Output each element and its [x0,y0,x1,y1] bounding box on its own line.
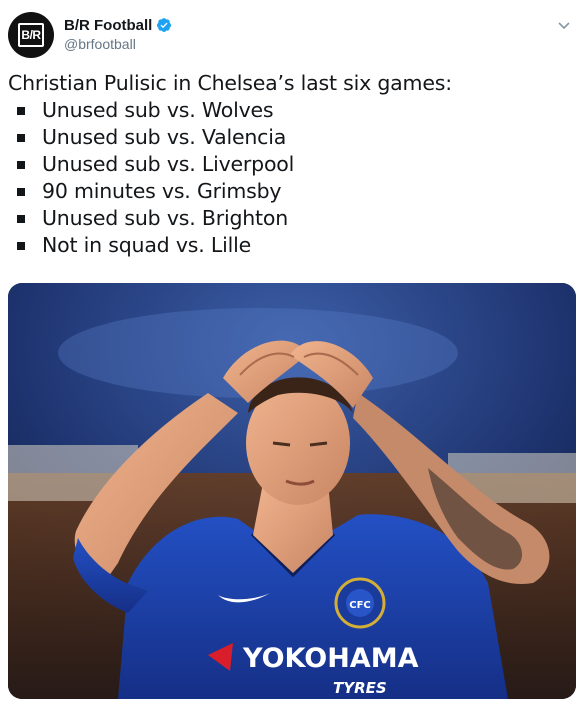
tweet-intro: Christian Pulisic in Chelsea’s last six … [8,71,452,95]
name-row[interactable]: B/R Football [64,15,172,35]
list-item-text: Unused sub vs. Wolves [42,98,274,122]
avatar[interactable]: B/R [8,12,54,58]
list-item-text: Unused sub vs. Brighton [42,206,289,230]
list-item: Not in squad vs. Lille [8,232,573,259]
list-item-text: 90 minutes vs. Grimsby [42,179,282,203]
display-name[interactable]: B/R Football [64,17,152,34]
tweet-photo[interactable]: CFC YOKOHAMA TYRES [8,283,576,699]
sponsor-sub-text: TYRES [333,679,387,697]
list-item-text: Unused sub vs. Liverpool [42,152,295,176]
list-item: Unused sub vs. Brighton [8,205,573,232]
list-item: Unused sub vs. Wolves [8,97,573,124]
bullet-icon [17,215,25,223]
player-photo: CFC YOKOHAMA TYRES [8,283,576,699]
bullet-icon [17,161,25,169]
list-item: Unused sub vs. Liverpool [8,151,573,178]
chevron-down-icon[interactable] [557,18,571,32]
bullet-icon [17,134,25,142]
bullet-icon [17,188,25,196]
bullet-icon [17,107,25,115]
list-item: 90 minutes vs. Grimsby [8,178,573,205]
list-item-text: Unused sub vs. Valencia [42,125,287,149]
handle[interactable]: @brfootball [64,36,136,52]
list-item: Unused sub vs. Valencia [8,124,573,151]
tweet-text: Christian Pulisic in Chelsea’s last six … [8,70,573,259]
br-logo: B/R [18,23,44,47]
tweet-header: B/R B/R Football @brfootball [8,12,573,62]
list-item-text: Not in squad vs. Lille [42,233,251,257]
sponsor-text: YOKOHAMA [242,643,419,674]
verified-badge-icon [157,18,172,32]
svg-text:CFC: CFC [349,600,371,611]
games-list: Unused sub vs. Wolves Unused sub vs. Val… [8,97,573,259]
bullet-icon [17,242,25,250]
